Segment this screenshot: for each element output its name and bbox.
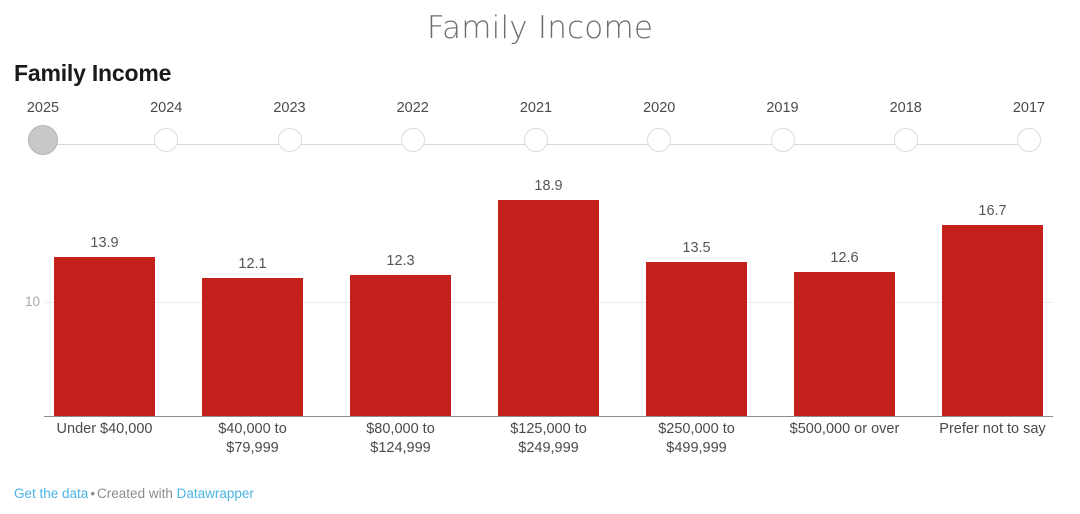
bar-column[interactable]: 13.5: [636, 170, 757, 416]
bar[interactable]: [794, 271, 895, 416]
chart-title: Family Income: [14, 60, 172, 86]
plot-area: 10 13.9 12.1 12.3 18.9 13.5 12.6 16.7: [0, 170, 1080, 420]
x-axis-category-line: $125,000 to: [510, 421, 587, 437]
x-axis-category-line: $40,000 to: [218, 421, 287, 437]
slider-step-dot[interactable]: [1017, 128, 1041, 152]
slider-step-2025[interactable]: 2025: [14, 100, 72, 162]
slider-step-2019[interactable]: 2019: [754, 100, 812, 162]
bar[interactable]: [350, 275, 451, 416]
x-axis-category-label: $500,000 or over: [784, 420, 905, 458]
x-axis-category-label: Prefer not to say: [932, 420, 1053, 458]
slider-step-dot[interactable]: [524, 128, 548, 152]
year-slider[interactable]: 2025 2024 2023 2022 2021 2020 2019 2018 2017: [14, 100, 1058, 162]
bar-value-label: 13.9: [90, 234, 119, 251]
slider-step-label: 2022: [396, 100, 429, 116]
bar-column[interactable]: 12.1: [192, 170, 313, 416]
chart-footer: Get the data • Created with Datawrapper: [14, 485, 254, 503]
slider-step-2022[interactable]: 2022: [384, 100, 442, 162]
x-axis-labels: Under $40,000 $40,000 to $79,999 $80,000 to…: [44, 420, 1053, 458]
datawrapper-link[interactable]: Datawrapper: [177, 486, 254, 501]
x-axis-category-label: $125,000 to $249,999: [488, 420, 609, 458]
x-axis-category-label: $80,000 to $124,999: [340, 420, 461, 458]
x-axis-category-label: $40,000 to $79,999: [192, 420, 313, 458]
x-axis-category-line: $250,000 to: [658, 421, 735, 437]
bar-column[interactable]: 16.7: [932, 170, 1053, 416]
slider-step-label: 2024: [150, 100, 183, 116]
slider-step-2017[interactable]: 2017: [1000, 100, 1058, 162]
bar[interactable]: [498, 199, 599, 416]
bar[interactable]: [54, 256, 155, 416]
y-axis-tick-label: 10: [24, 293, 40, 309]
slider-step-2021[interactable]: 2021: [507, 100, 565, 162]
bar-value-label: 12.3: [386, 253, 415, 270]
x-axis-category-line: Prefer not to say: [939, 421, 1046, 437]
get-the-data-link[interactable]: Get the data: [14, 486, 88, 501]
created-with-label: Created with: [97, 486, 173, 501]
slider-step-2024[interactable]: 2024: [137, 100, 195, 162]
x-axis-category-line: $80,000 to: [366, 421, 435, 437]
slider-step-dot[interactable]: [400, 128, 425, 152]
slider-step-label: 2017: [1012, 100, 1046, 116]
x-axis-line: [44, 416, 1053, 418]
slider-step-label: 2025: [26, 100, 60, 116]
slider-step-2023[interactable]: 2023: [261, 100, 319, 162]
chart-container: Family Income 2025 2024 2023 2022 2021 2020 20…: [0, 0, 1080, 514]
slider-steps: 2025 2024 2023 2022 2021 2020 2019 2018 2017: [14, 100, 1058, 162]
bar-column[interactable]: 12.6: [784, 170, 905, 416]
x-axis-category-line: $79,999: [226, 440, 279, 456]
slider-step-dot[interactable]: [893, 128, 918, 152]
slider-step-dot[interactable]: [28, 125, 58, 155]
slider-step-dot[interactable]: [154, 128, 179, 152]
bar-value-label: 12.6: [830, 249, 859, 266]
x-axis-category-line: $249,999: [518, 440, 579, 456]
bar[interactable]: [942, 224, 1043, 416]
x-axis-category-line: $500,000 or over: [789, 421, 900, 437]
x-axis-category-line: Under $40,000: [56, 421, 153, 437]
bar-column[interactable]: 12.3: [340, 170, 461, 416]
x-axis-category-line: $124,999: [370, 440, 431, 456]
slider-step-2018[interactable]: 2018: [877, 100, 935, 162]
bar-value-label: 16.7: [978, 202, 1007, 219]
bar-column[interactable]: 18.9: [488, 170, 609, 416]
slider-step-dot[interactable]: [277, 128, 302, 152]
bar-column[interactable]: 13.9: [44, 170, 165, 416]
slider-step-dot[interactable]: [647, 128, 672, 152]
x-axis-category-label: $250,000 to $499,999: [636, 420, 757, 458]
bar-value-label: 12.1: [238, 255, 267, 272]
bar-value-label: 18.9: [534, 177, 563, 194]
x-axis-category-label: Under $40,000: [44, 420, 165, 458]
bar[interactable]: [646, 261, 747, 416]
bar-value-label: 13.5: [682, 239, 711, 256]
x-axis-category-line: $499,999: [666, 440, 727, 456]
slider-step-label: 2020: [643, 100, 676, 116]
slider-step-label: 2021: [519, 100, 553, 116]
footer-separator: •: [90, 486, 96, 501]
slider-step-label: 2019: [766, 100, 799, 116]
slider-step-label: 2018: [889, 100, 922, 116]
bar[interactable]: [202, 277, 303, 416]
slider-step-dot[interactable]: [770, 128, 795, 152]
slider-step-2020[interactable]: 2020: [630, 100, 688, 162]
slider-step-label: 2023: [273, 100, 306, 116]
bar-series: 13.9 12.1 12.3 18.9 13.5 12.6 16.7: [44, 170, 1053, 416]
